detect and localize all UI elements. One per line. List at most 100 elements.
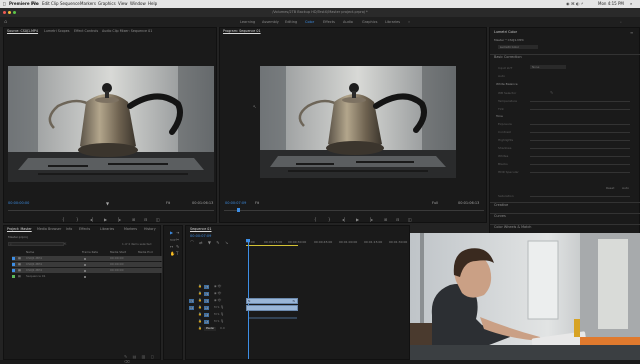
program-mark-out-icon[interactable]: } <box>328 217 331 222</box>
col-media-end[interactable]: Media End <box>138 250 153 254</box>
track-select-icon[interactable]: ⇥ <box>176 230 179 235</box>
tone-slider[interactable] <box>530 148 630 149</box>
lock-icon[interactable]: 🔒 <box>198 319 202 323</box>
mark-out-icon[interactable]: } <box>76 217 79 222</box>
tone-section[interactable]: Tone <box>496 114 503 119</box>
workspace-graphics[interactable]: Graphics <box>362 17 377 27</box>
track-label[interactable]: V3 <box>204 285 209 289</box>
tone-slider[interactable] <box>530 132 630 133</box>
filter-icon[interactable]: ⇱ <box>64 242 67 246</box>
program-fit-select[interactable]: Fit <box>255 201 259 205</box>
program-export-frame-icon[interactable]: ◫ <box>408 217 412 222</box>
slip-tool-icon[interactable]: ↔ <box>170 244 173 249</box>
project-item-row[interactable]: ▦ CS0J1.MP4 00:00:00 <box>12 256 162 261</box>
section-color-wheels[interactable]: Color Wheels & Match <box>494 225 531 230</box>
tab-audio-clip-mixer[interactable]: Audio Clip Mixer: Sequence 01 <box>102 28 152 35</box>
program-video-frame[interactable] <box>260 66 456 178</box>
video-clip[interactable]: fx fx <box>246 298 298 304</box>
program-step-forward-icon[interactable]: ▕▸ <box>368 217 373 222</box>
project-item-row[interactable]: ▦ CS0J1.MP4 00:00:00 <box>12 268 162 273</box>
lock-icon[interactable]: 🔒 <box>198 298 202 302</box>
menu-sequence[interactable]: Sequence <box>60 0 80 8</box>
source-patch-button[interactable]: A1 <box>189 306 194 310</box>
tab-program[interactable]: Program: Sequence 01 <box>223 28 261 35</box>
project-item-row[interactable]: ▤ Sequence 01 <box>12 274 162 279</box>
track-mute-solo-icons[interactable]: M S 🎙 <box>214 312 224 316</box>
menu-markers[interactable]: Markers <box>80 0 96 8</box>
input-lut-select[interactable]: None <box>530 65 566 69</box>
step-back-icon[interactable]: ◂▏ <box>90 217 95 222</box>
project-item-checkbox[interactable] <box>84 263 86 266</box>
section-basic-correction[interactable]: Basic Correction <box>494 55 522 60</box>
workspace-libraries[interactable]: Libraries <box>385 17 400 27</box>
export-frame-icon[interactable]: ◫ <box>156 217 160 222</box>
lock-icon[interactable]: 🔒 <box>198 312 202 316</box>
workspace-audio[interactable]: Audio <box>343 17 353 27</box>
workspace-learning[interactable]: Learning <box>240 17 255 27</box>
tab-effect-controls[interactable]: Effect Controls <box>74 28 98 35</box>
white-balance-section[interactable]: White Balance <box>496 82 518 87</box>
work-area-bar[interactable] <box>246 245 298 246</box>
auto-tone-button[interactable]: Auto <box>622 186 629 190</box>
temperature-slider[interactable] <box>530 101 630 102</box>
tab-history[interactable]: History <box>144 226 156 233</box>
playhead-handle[interactable] <box>246 239 250 242</box>
menu-window[interactable]: Window <box>130 0 146 8</box>
project-item-checkbox[interactable] <box>84 257 86 260</box>
insert-icon[interactable]: ⊞ <box>132 217 135 222</box>
overwrite-icon[interactable]: ⊟ <box>144 217 147 222</box>
razor-tool-icon[interactable]: ✂ <box>176 237 179 242</box>
mark-in-icon[interactable]: { <box>62 217 65 222</box>
track-label[interactable]: A1 <box>204 306 209 310</box>
close-window-icon[interactable] <box>3 11 6 14</box>
tab-libraries[interactable]: Libraries <box>100 226 114 233</box>
hand-tool-icon[interactable]: ✋ <box>170 251 175 256</box>
track-label[interactable]: Master <box>204 327 216 331</box>
tab-lumetri-scopes[interactable]: Lumetri Scopes <box>44 28 69 35</box>
tab-project[interactable]: Project: Master <box>7 226 32 233</box>
lock-icon[interactable]: 🔒 <box>198 305 202 309</box>
track-label[interactable]: V2 <box>204 292 209 296</box>
source-fit-select[interactable]: Fit <box>166 201 170 205</box>
workspace-effects[interactable]: Effects <box>323 17 335 27</box>
selection-tool-icon[interactable]: ▶ <box>170 230 173 235</box>
tone-slider[interactable] <box>530 156 630 157</box>
workspace-assembly[interactable]: Assembly <box>262 17 279 27</box>
timeline-timecode[interactable]: 00:00:07:09 <box>190 234 211 238</box>
menu-edit[interactable]: Edit <box>42 0 50 8</box>
search-icon[interactable]: ⌕ <box>620 17 622 27</box>
extract-icon[interactable]: ⊟ <box>396 217 399 222</box>
track-visibility-icon[interactable]: ◉ 👁 <box>214 291 221 295</box>
program-playhead[interactable] <box>237 208 240 212</box>
menu-clip[interactable]: Clip <box>51 0 59 8</box>
menu-graphics[interactable]: Graphics <box>98 0 116 8</box>
tab-media-browser[interactable]: Media Browser <box>37 226 61 233</box>
lumetri-effect-select[interactable]: Lumetri Color <box>498 45 538 49</box>
zoom-window-icon[interactable] <box>13 11 16 14</box>
tab-markers[interactable]: Markers <box>124 226 137 233</box>
lock-icon[interactable]: 🔒 <box>198 284 202 288</box>
source-scrub-bar[interactable] <box>8 210 214 211</box>
track-label[interactable]: A2 <box>204 313 209 317</box>
tone-slider[interactable] <box>530 124 630 125</box>
source-patch-button[interactable]: V1 <box>189 299 194 303</box>
pen-tool-icon[interactable]: ✎ <box>176 244 179 249</box>
tint-slider[interactable] <box>530 109 630 110</box>
lock-icon[interactable]: 🔒 <box>198 326 202 330</box>
section-curves[interactable]: Curves <box>494 214 506 219</box>
audio-clip[interactable] <box>246 305 298 319</box>
home-icon[interactable]: ⌂ <box>4 17 7 27</box>
program-scrub-bar[interactable] <box>224 210 484 211</box>
project-item-checkbox[interactable] <box>84 275 86 278</box>
col-name[interactable]: Name <box>26 250 34 254</box>
tab-source[interactable]: Source: CS0J1.MP4 <box>7 28 38 35</box>
project-search-input[interactable]: ⌕ <box>8 242 64 246</box>
source-marker-icon[interactable]: ▼ <box>106 201 109 206</box>
play-icon[interactable]: ▶ <box>104 217 107 222</box>
menu-view[interactable]: View <box>118 0 128 8</box>
project-item-checkbox[interactable] <box>84 269 86 272</box>
program-timecode[interactable]: 00:00:07:09 <box>225 201 246 205</box>
col-media-start[interactable]: Media Start <box>110 250 126 254</box>
program-mark-in-icon[interactable]: { <box>314 217 317 222</box>
auto-button[interactable]: Auto <box>498 74 505 78</box>
